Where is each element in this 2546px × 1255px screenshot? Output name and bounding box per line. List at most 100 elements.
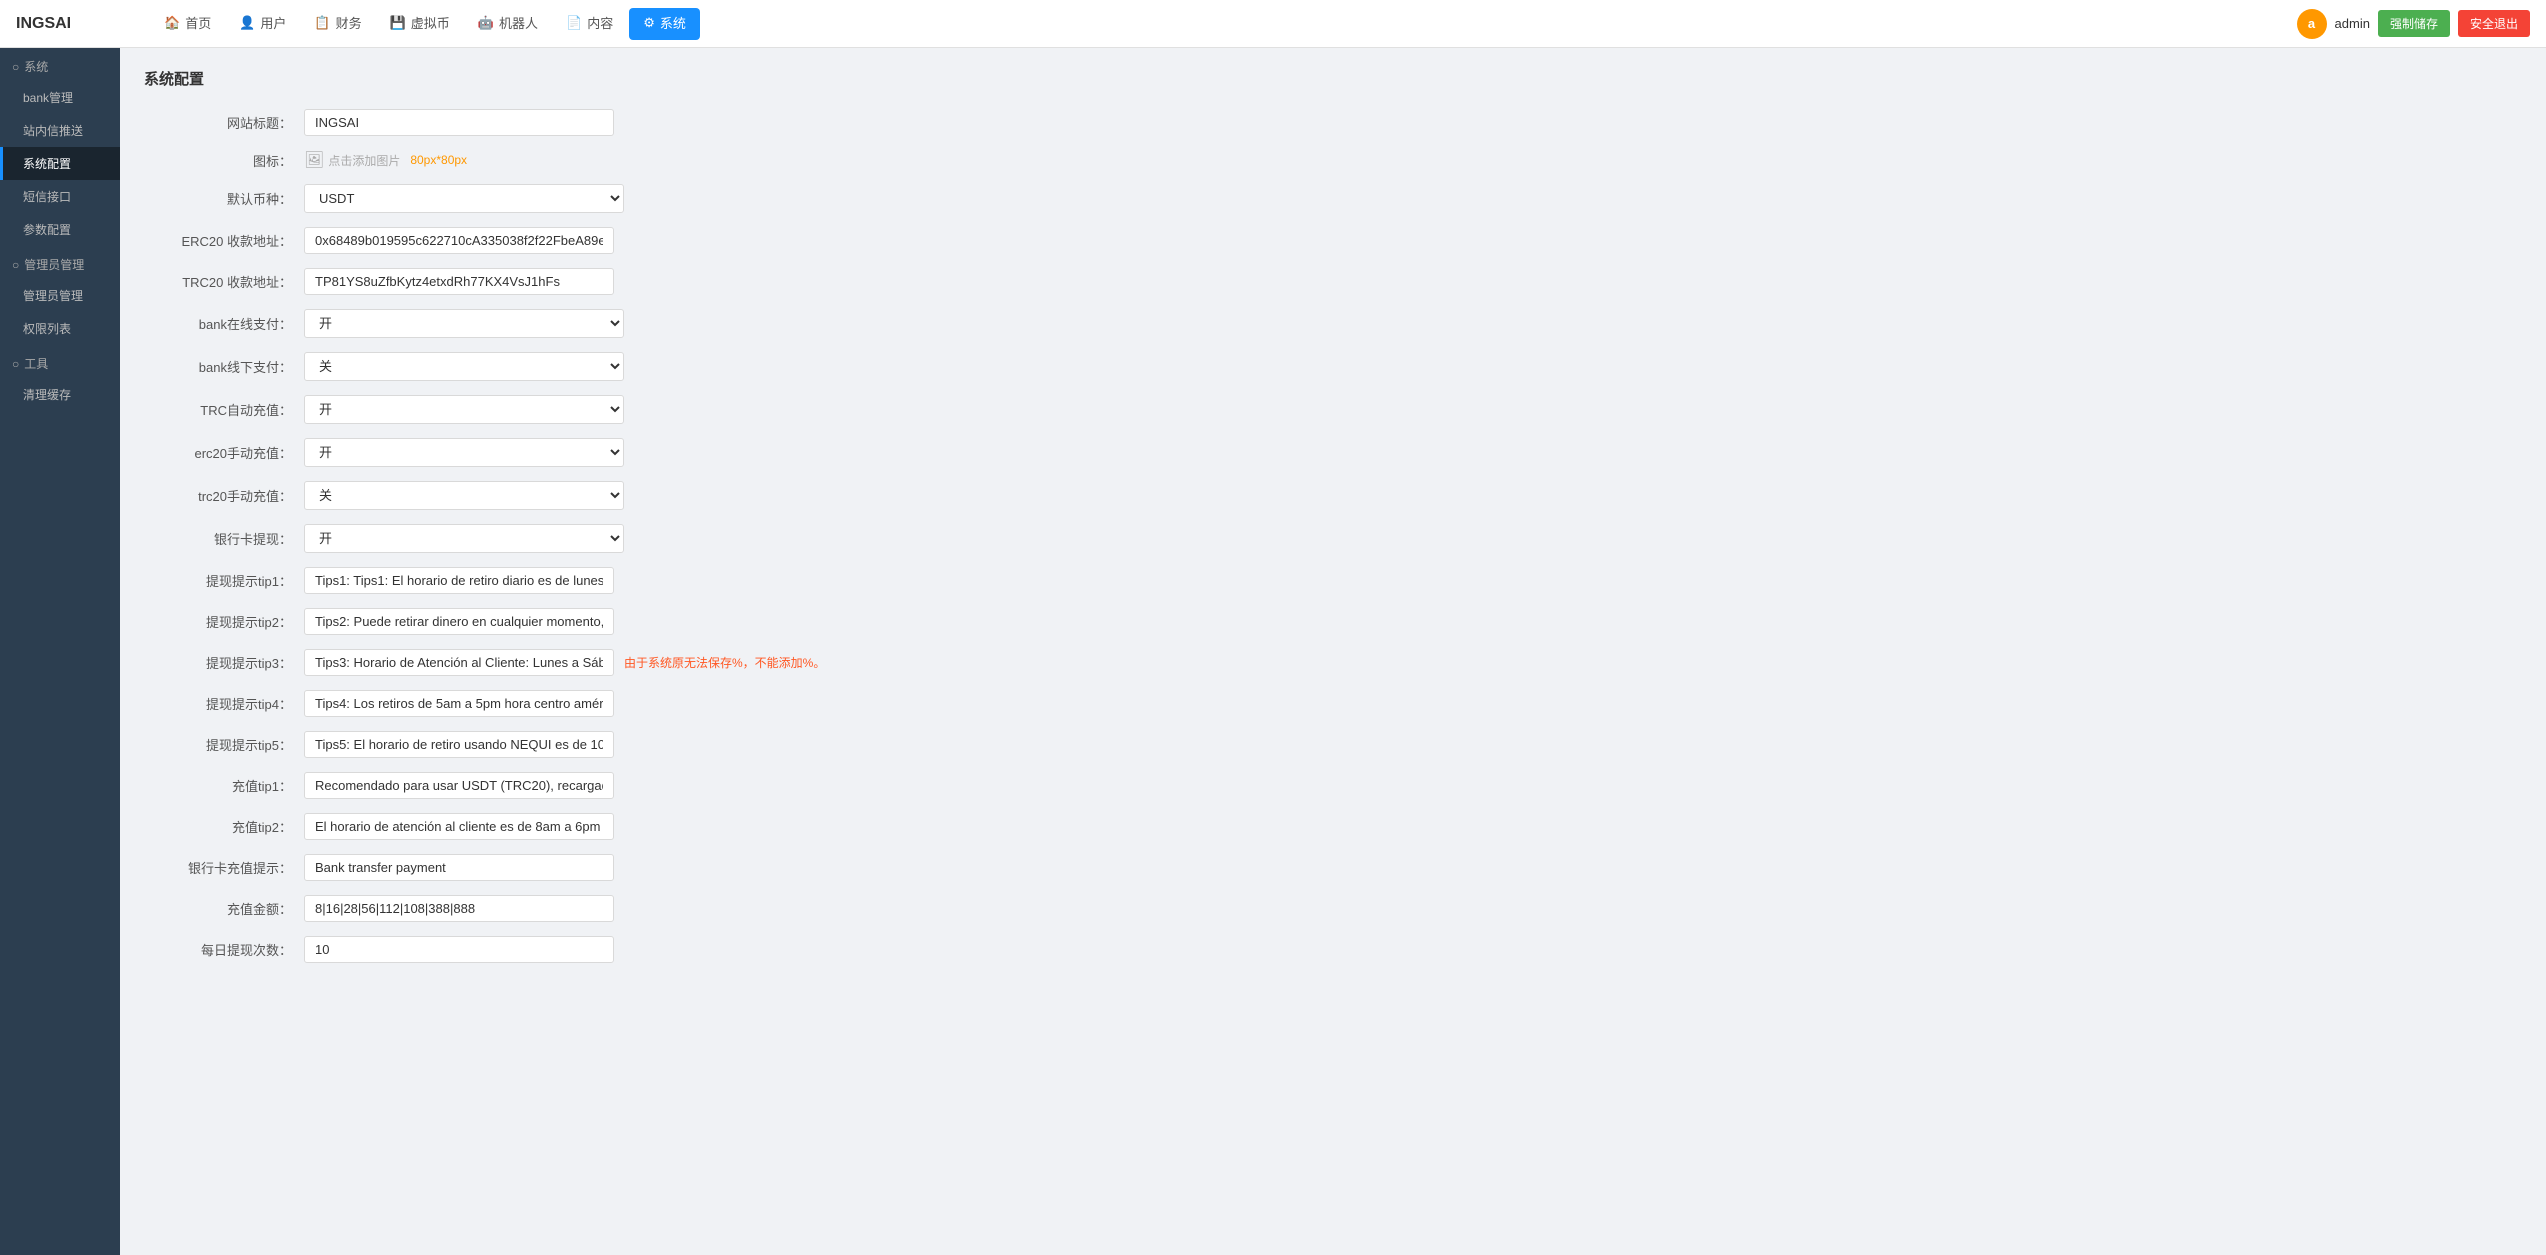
nav-item-users[interactable]: 👤用户: [225, 0, 300, 48]
form-label-recharge-tip1: 充值tip1：: [144, 776, 304, 795]
input-site-title[interactable]: [304, 109, 614, 136]
input-withdraw-tip2[interactable]: [304, 608, 614, 635]
home-nav-icon: 🏠: [164, 15, 180, 31]
select-bank-offline-pay[interactable]: 开关: [304, 352, 624, 381]
form-label-bank-card-withdraw: 银行卡提现：: [144, 529, 304, 548]
sidebar-item-sms-port[interactable]: 短信接口: [0, 180, 120, 213]
form-label-bank-offline-pay: bank线下支付：: [144, 357, 304, 376]
input-recharge-tip1[interactable]: [304, 772, 614, 799]
sidebar-section-admin-manage: ○管理员管理: [0, 246, 120, 279]
form-label-bank-recharge-hint: 银行卡充值提示：: [144, 858, 304, 877]
save-urgent-button[interactable]: 强制储存: [2378, 10, 2450, 37]
form-row-bank-recharge-hint: 银行卡充值提示：: [144, 854, 844, 881]
admin-name: admin: [2335, 16, 2370, 31]
form-label-site-title: 网站标题：: [144, 113, 304, 132]
input-withdraw-tip1[interactable]: [304, 567, 614, 594]
sidebar-section-icon-admin-manage: ○: [12, 258, 19, 272]
sidebar-item-station-push[interactable]: 站内信推送: [0, 114, 120, 147]
form-label-trc-auto-charge: TRC自动充值：: [144, 400, 304, 419]
input-withdraw-tip5[interactable]: [304, 731, 614, 758]
form-label-withdraw-tip1: 提现提示tip1：: [144, 571, 304, 590]
nav-item-home[interactable]: 🏠首页: [150, 0, 225, 48]
input-withdraw-tip4[interactable]: [304, 690, 614, 717]
form-row-bank-card-withdraw: 银行卡提现：开关: [144, 524, 844, 553]
safe-exit-button[interactable]: 安全退出: [2458, 10, 2530, 37]
image-hint-icon: 80px*80px: [410, 153, 467, 167]
form-label-erc20-manual-charge: erc20手动充值：: [144, 443, 304, 462]
form-row-erc20-manual-charge: erc20手动充值：开关: [144, 438, 844, 467]
select-trc-auto-charge[interactable]: 开关: [304, 395, 624, 424]
nav-item-system[interactable]: ⚙系统: [629, 8, 700, 40]
sidebar-section-system: ○系统: [0, 48, 120, 81]
form-label-withdraw-tip2: 提现提示tip2：: [144, 612, 304, 631]
form-label-default-currency: 默认币种：: [144, 189, 304, 208]
form-row-trc20-address: TRC20 收款地址：: [144, 268, 844, 295]
form-row-recharge-amounts: 充值金额：: [144, 895, 844, 922]
system-nav-icon: ⚙: [643, 15, 655, 31]
form-label-withdraw-tip4: 提现提示tip4：: [144, 694, 304, 713]
form-label-trc20-manual-charge: trc20手动充值：: [144, 486, 304, 505]
image-icon: 🖼: [304, 150, 324, 170]
nav-item-robot[interactable]: 🤖机器人: [464, 0, 552, 48]
form-label-withdraw-tip3: 提现提示tip3：: [144, 653, 304, 672]
form-label-trc20-address: TRC20 收款地址：: [144, 272, 304, 291]
select-default-currency[interactable]: USDT: [304, 184, 624, 213]
form-row-trc20-manual-charge: trc20手动充值：开关: [144, 481, 844, 510]
avatar: a: [2297, 9, 2327, 39]
form-row-bank-offline-pay: bank线下支付：开关: [144, 352, 844, 381]
sidebar-section-tools: ○工具: [0, 345, 120, 378]
form-row-recharge-tip2: 充值tip2：: [144, 813, 844, 840]
select-erc20-manual-charge[interactable]: 开关: [304, 438, 624, 467]
form-row-withdraw-tip1: 提现提示tip1：: [144, 567, 844, 594]
warning-withdraw-tip3: 由于系统原无法保存%，不能添加%。: [624, 654, 825, 671]
sidebar-section-icon-tools: ○: [12, 357, 19, 371]
top-right: a admin 强制储存 安全退出: [2297, 9, 2530, 39]
sidebar-item-system-config[interactable]: 系统配置: [0, 147, 120, 180]
input-trc20-address[interactable]: [304, 268, 614, 295]
form-row-default-currency: 默认币种：USDT: [144, 184, 844, 213]
input-withdraw-tip3[interactable]: [304, 649, 614, 676]
sidebar-item-manage-cache[interactable]: 清理缓存: [0, 378, 120, 411]
main-layout: ○系统bank管理站内信推送系统配置短信接口参数配置○管理员管理管理员管理权限列…: [0, 48, 2546, 1255]
sidebar-item-param-config[interactable]: 参数配置: [0, 213, 120, 246]
page-title: 系统配置: [144, 68, 2522, 89]
content-nav-icon: 📄: [566, 15, 582, 31]
form-row-site-title: 网站标题：: [144, 109, 844, 136]
top-nav: INGSAI 🏠首页👤用户📋财务💾虚拟币🤖机器人📄内容⚙系统 a admin 强…: [0, 0, 2546, 48]
form-row-icon: 图标：🖼点击添加图片 80px*80px: [144, 150, 844, 170]
input-erc20-address[interactable]: [304, 227, 614, 254]
form-row-withdraw-tip3: 提现提示tip3： 由于系统原无法保存%，不能添加%。: [144, 649, 844, 676]
nav-item-crypto[interactable]: 💾虚拟币: [376, 0, 464, 48]
input-recharge-tip2[interactable]: [304, 813, 614, 840]
form-row-withdraw-tip2: 提现提示tip2：: [144, 608, 844, 635]
form-label-withdraw-tip5: 提现提示tip5：: [144, 735, 304, 754]
finance-nav-icon: 📋: [314, 15, 330, 31]
form-row-recharge-tip1: 充值tip1：: [144, 772, 844, 799]
form-row-bank-online-pay: bank在线支付：开关: [144, 309, 844, 338]
sidebar-item-permission-list[interactable]: 权限列表: [0, 312, 120, 345]
form-row-trc-auto-charge: TRC自动充值：开关: [144, 395, 844, 424]
sidebar-section-icon-system: ○: [12, 60, 19, 74]
sidebar-item-admin-list[interactable]: 管理员管理: [0, 279, 120, 312]
nav-item-finance[interactable]: 📋财务: [300, 0, 375, 48]
form-row-erc20-address: ERC20 收款地址：: [144, 227, 844, 254]
form-label-icon: 图标：: [144, 151, 304, 170]
crypto-nav-icon: 💾: [390, 15, 406, 31]
input-recharge-amounts[interactable]: [304, 895, 614, 922]
input-daily-withdraw-count[interactable]: [304, 936, 614, 963]
image-upload-icon[interactable]: 🖼点击添加图片: [304, 150, 400, 170]
sidebar: ○系统bank管理站内信推送系统配置短信接口参数配置○管理员管理管理员管理权限列…: [0, 48, 120, 1255]
form-row-withdraw-tip5: 提现提示tip5：: [144, 731, 844, 758]
image-placeholder-text: 点击添加图片: [328, 152, 400, 169]
form-label-daily-withdraw-count: 每日提现次数：: [144, 940, 304, 959]
select-trc20-manual-charge[interactable]: 开关: [304, 481, 624, 510]
robot-nav-icon: 🤖: [478, 15, 494, 31]
select-bank-online-pay[interactable]: 开关: [304, 309, 624, 338]
nav-item-content[interactable]: 📄内容: [552, 0, 627, 48]
form-label-recharge-amounts: 充值金额：: [144, 899, 304, 918]
form-row-daily-withdraw-count: 每日提现次数：: [144, 936, 844, 963]
select-bank-card-withdraw[interactable]: 开关: [304, 524, 624, 553]
input-bank-recharge-hint[interactable]: [304, 854, 614, 881]
sidebar-item-bank-manage[interactable]: bank管理: [0, 81, 120, 114]
config-form: 网站标题： 图标：🖼点击添加图片 80px*80px 默认币种：USDT ERC20 收…: [144, 109, 844, 963]
